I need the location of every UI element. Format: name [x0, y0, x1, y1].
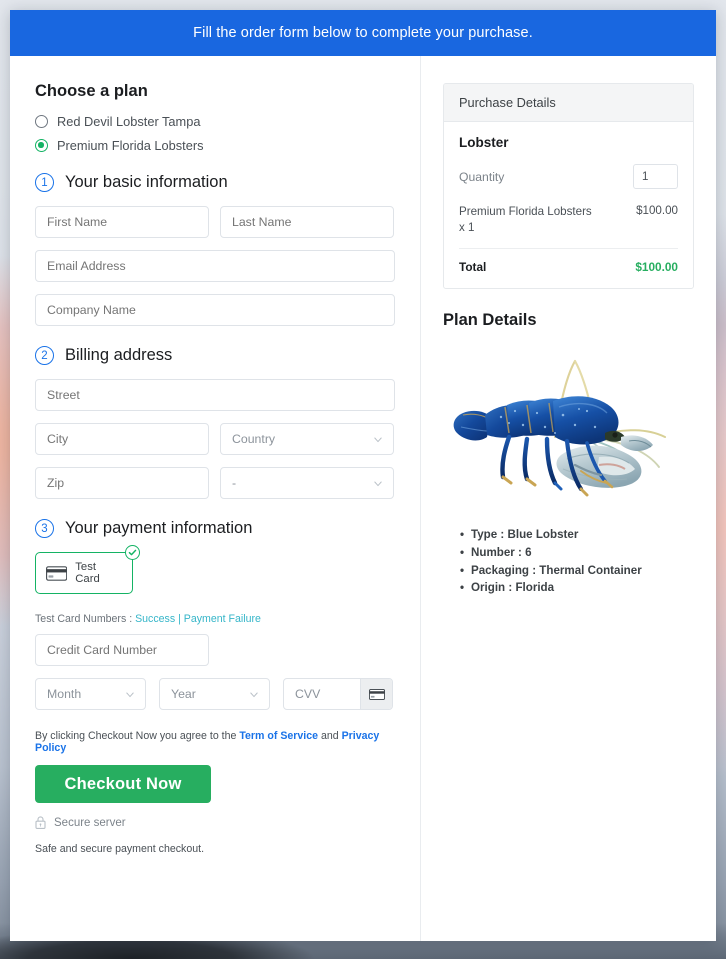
plan-option-red-devil[interactable]: Red Devil Lobster Tampa — [35, 114, 395, 129]
plan-option-label: Premium Florida Lobsters — [57, 138, 204, 153]
purchase-details-header: Purchase Details — [444, 84, 693, 122]
product-name: Lobster — [459, 135, 509, 150]
banner-text: Fill the order form below to complete yo… — [193, 25, 533, 41]
card-body: Choose a plan Red Devil Lobster Tampa Pr… — [10, 56, 716, 941]
total-label: Total — [459, 260, 487, 275]
list-item: Origin : Florida — [460, 579, 694, 597]
cvv-help-button[interactable] — [360, 679, 392, 709]
plan-option-premium-florida[interactable]: Premium Florida Lobsters — [35, 138, 395, 153]
city-input[interactable] — [35, 423, 209, 455]
step-3-header: 3 Your payment information — [35, 519, 395, 538]
company-field-row — [35, 294, 395, 326]
company-name-input[interactable] — [35, 294, 395, 326]
payment-failure-test-link[interactable]: Payment Failure — [184, 613, 261, 625]
cvv-input[interactable]: CVV — [284, 679, 360, 709]
agreement-middle: and — [318, 730, 342, 742]
expiry-year-select[interactable]: Year — [159, 678, 270, 710]
choose-plan-heading: Choose a plan — [35, 82, 148, 100]
chevron-down-icon — [126, 692, 134, 698]
step-number-badge: 2 — [35, 346, 54, 365]
agreement-prefix: By clicking Checkout Now you agree to th… — [35, 730, 240, 742]
expiry-month-select[interactable]: Month — [35, 678, 146, 710]
email-input[interactable] — [35, 250, 395, 282]
state-select-value: - — [232, 476, 237, 490]
success-test-link[interactable]: Success — [135, 613, 175, 625]
year-select-value: Year — [171, 687, 196, 701]
banner: Fill the order form below to complete yo… — [10, 10, 716, 56]
zip-input[interactable] — [35, 467, 209, 499]
terms-of-service-link[interactable]: Term of Service — [239, 730, 318, 742]
check-icon — [128, 549, 137, 556]
step-title: Your payment information — [65, 519, 253, 537]
quantity-label: Quantity — [459, 169, 505, 184]
first-name-input[interactable] — [35, 206, 209, 238]
credit-card-icon — [368, 688, 385, 700]
plan-details-heading: Plan Details — [443, 311, 537, 330]
checkout-card: Fill the order form below to complete yo… — [10, 10, 716, 941]
line-item-description: Premium Florida Lobsters x 1 — [459, 205, 592, 234]
street-input[interactable] — [35, 379, 395, 411]
secure-server-label: Secure server — [54, 816, 126, 829]
list-item: Type : Blue Lobster — [460, 526, 694, 544]
selected-check-badge — [125, 545, 140, 560]
order-form-column: Choose a plan Red Devil Lobster Tampa Pr… — [10, 56, 421, 941]
list-item: Packaging : Thermal Container — [460, 562, 694, 580]
plan-option-label: Red Devil Lobster Tampa — [57, 114, 201, 129]
email-field-row — [35, 250, 395, 282]
blue-lobster-image — [453, 360, 666, 497]
name-field-row — [35, 206, 395, 238]
line-item-amount: $100.00 — [636, 204, 678, 217]
radio-icon-selected[interactable] — [35, 139, 48, 152]
list-item: Number : 6 — [460, 544, 694, 562]
link-separator: | — [175, 613, 184, 625]
street-field-row — [35, 379, 395, 411]
card-number-row — [35, 634, 395, 666]
safe-checkout-text: Safe and secure payment checkout. — [35, 843, 205, 855]
step-2-header: 2 Billing address — [35, 346, 395, 365]
chevron-down-icon — [374, 437, 382, 443]
total-row: Total $100.00 — [459, 249, 678, 274]
country-select-value: Country — [232, 432, 276, 446]
quantity-row: Quantity — [459, 164, 678, 189]
expiry-cvv-row: Month Year CVV — [35, 678, 395, 710]
city-country-row: Country — [35, 423, 395, 455]
radio-icon-unselected[interactable] — [35, 115, 48, 128]
quantity-input[interactable] — [633, 164, 678, 189]
purchase-details-panel: Purchase Details Lobster Quantity Premiu… — [443, 83, 694, 290]
terms-agreement-text: By clicking Checkout Now you agree to th… — [35, 730, 395, 754]
credit-card-icon — [46, 565, 68, 581]
secure-server-row: Secure server — [35, 816, 395, 829]
chevron-down-icon — [374, 481, 382, 487]
credit-card-number-input[interactable] — [35, 634, 209, 666]
plan-image-container — [443, 332, 694, 522]
step-number-badge: 3 — [35, 519, 54, 538]
zip-state-row: - — [35, 467, 395, 499]
test-numbers-prefix: Test Card Numbers : — [35, 613, 136, 625]
chevron-down-icon — [250, 692, 258, 698]
step-title: Your basic information — [65, 173, 228, 191]
step-title: Billing address — [65, 346, 173, 364]
test-card-numbers-line: Test Card Numbers : Success | Payment Fa… — [35, 613, 395, 625]
country-select[interactable]: Country — [220, 423, 394, 455]
payment-method-label: Test Card — [75, 561, 100, 585]
plan-detail-bullets: Type : Blue Lobster Number : 6 Packaging… — [443, 526, 694, 596]
step-number-badge: 1 — [35, 173, 54, 192]
state-select[interactable]: - — [220, 467, 394, 499]
step-1-header: 1 Your basic information — [35, 173, 395, 192]
lock-icon — [35, 816, 46, 829]
line-item-row: Premium Florida Lobsters x 1 $100.00 — [459, 204, 678, 250]
summary-column: Purchase Details Lobster Quantity Premiu… — [421, 56, 716, 941]
cvv-field-group: CVV — [283, 678, 393, 710]
purchase-details-body: Lobster Quantity Premium Florida Lobster… — [444, 122, 693, 288]
month-select-value: Month — [47, 687, 82, 701]
last-name-input[interactable] — [220, 206, 394, 238]
total-amount: $100.00 — [635, 260, 678, 275]
checkout-now-button[interactable]: Checkout Now — [35, 765, 211, 803]
payment-method-test-card[interactable]: Test Card — [35, 545, 140, 594]
